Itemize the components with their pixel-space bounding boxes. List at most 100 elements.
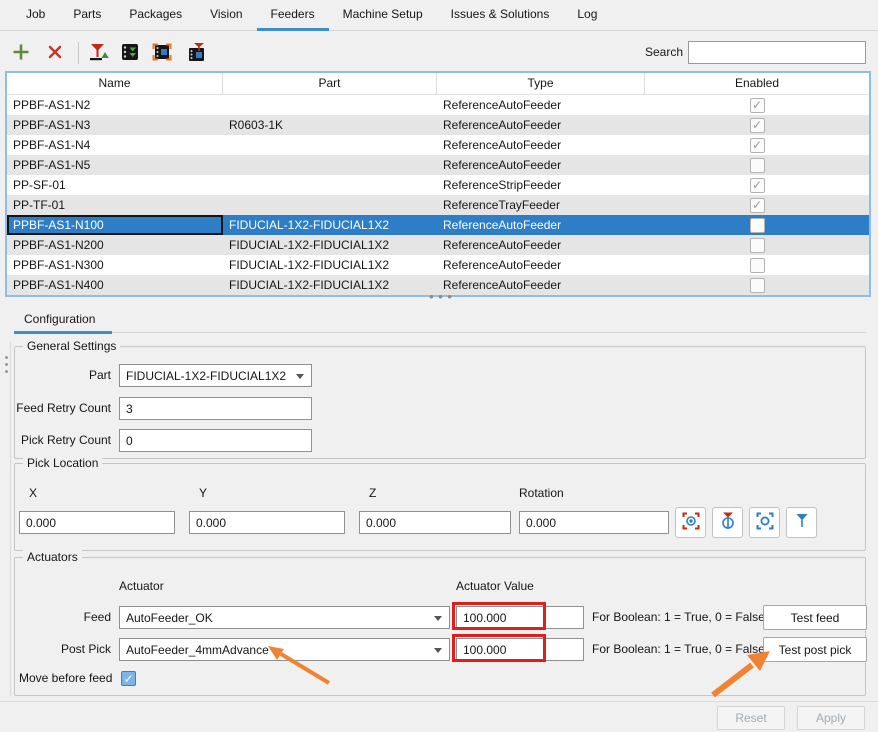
toolbar-separator [78,42,79,64]
tab-issues-solutions[interactable]: Issues & Solutions [437,0,564,31]
reset-button[interactable]: Reset [717,706,785,730]
feeder-nozzle-icon [186,42,206,65]
rotation-input[interactable] [519,511,669,534]
pick-location-legend: Pick Location [23,456,102,470]
chevron-down-icon [296,374,304,379]
cell-name: PPBF-AS1-N200 [7,235,223,255]
enabled-checkbox[interactable] [750,198,765,213]
part-dropdown[interactable]: FIDUCIAL-1X2-FIDUCIAL1X2 [119,364,312,387]
cell-enabled [645,135,869,155]
column-header-part[interactable]: Part [223,73,437,94]
column-header-enabled[interactable]: Enabled [645,73,869,94]
cell-part: FIDUCIAL-1X2-FIDUCIAL1X2 [223,275,437,295]
table-row[interactable]: PPBF-AS1-N5ReferenceAutoFeeder [7,155,869,175]
enabled-checkbox[interactable] [750,158,765,173]
general-settings-group: General Settings Part FIDUCIAL-1X2-FIDUC… [14,346,866,459]
column-header-type[interactable]: Type [437,73,645,94]
pick-retry-count-label: Pick Retry Count [15,429,111,452]
tab-vision[interactable]: Vision [196,0,256,31]
table-row[interactable]: PPBF-AS1-N200FIDUCIAL-1X2-FIDUCIAL1X2Ref… [7,235,869,255]
boolean-hint-post-pick: For Boolean: 1 = True, 0 = False [592,638,765,661]
feed-button[interactable] [85,40,111,66]
search-input[interactable] [688,41,866,64]
tab-job[interactable]: Job [12,0,59,31]
move-tool-to-pick-location-button[interactable] [183,40,209,66]
table-row[interactable]: PPBF-AS1-N300FIDUCIAL-1X2-FIDUCIAL1X2Ref… [7,255,869,275]
tab-parts[interactable]: Parts [59,0,115,31]
cell-part [223,95,437,115]
post-pick-actuator-dropdown[interactable]: AutoFeeder_4mmAdvance [119,638,450,661]
delete-x-icon [46,43,64,64]
cell-name: PPBF-AS1-N100 [7,215,223,235]
apply-button[interactable]: Apply [797,706,865,730]
pick-button[interactable] [117,40,143,66]
cell-part: R0603-1K [223,115,437,135]
actuator-value-column-label: Actuator Value [456,575,534,598]
post-pick-actuator-value-input[interactable] [456,638,584,661]
cell-type: ReferenceAutoFeeder [437,255,645,275]
tab-log[interactable]: Log [563,0,611,31]
feed-row-label: Feed [15,606,111,629]
feeders-toolbar: Search [0,31,878,71]
add-feeder-button[interactable] [8,40,34,66]
capture-nozzle-coordinates-button[interactable] [712,507,743,538]
enabled-checkbox[interactable] [750,178,765,193]
z-input[interactable] [359,511,511,534]
table-row[interactable]: PPBF-AS1-N4ReferenceAutoFeeder [7,135,869,155]
cell-type: ReferenceAutoFeeder [437,215,645,235]
enabled-checkbox[interactable] [750,238,765,253]
enabled-checkbox[interactable] [750,258,765,273]
cell-name: PPBF-AS1-N400 [7,275,223,295]
table-row[interactable]: PPBF-AS1-N100FIDUCIAL-1X2-FIDUCIAL1X2Ref… [7,215,869,235]
position-nozzle-icon [792,511,812,534]
position-camera-icon-button[interactable] [749,507,780,538]
test-feed-button[interactable]: Test feed [763,605,867,630]
capture-camera-coordinates-button[interactable] [675,507,706,538]
enabled-checkbox[interactable] [750,118,765,133]
tab-feeders[interactable]: Feeders [257,0,329,31]
table-row[interactable]: PP-SF-01ReferenceStripFeeder [7,175,869,195]
enabled-checkbox[interactable] [750,98,765,113]
post-pick-row-label: Post Pick [15,638,111,661]
cell-type: ReferenceAutoFeeder [437,115,645,135]
feeders-window: Job Parts Packages Vision Feeders Machin… [0,0,878,732]
cell-part [223,155,437,175]
feed-retry-count-input[interactable] [119,397,312,420]
move-camera-to-pick-location-button[interactable] [149,40,175,66]
y-input[interactable] [189,511,345,534]
feed-actuator-dropdown[interactable]: AutoFeeder_OK [119,606,450,629]
cell-name: PPBF-AS1-N5 [7,155,223,175]
column-header-name[interactable]: Name [7,73,223,94]
position-nozzle-icon-button[interactable] [786,507,817,538]
pick-retry-count-input[interactable] [119,429,312,452]
enabled-checkbox[interactable] [750,218,765,233]
general-settings-legend: General Settings [23,339,120,353]
cell-part: FIDUCIAL-1X2-FIDUCIAL1X2 [223,235,437,255]
feed-actuator-value-input[interactable] [456,606,584,629]
enabled-checkbox[interactable] [750,278,765,293]
cell-type: ReferenceTrayFeeder [437,195,645,215]
cell-enabled [645,215,869,235]
left-divider-grip[interactable] [2,356,10,373]
x-input[interactable] [19,511,175,534]
tab-machine-setup[interactable]: Machine Setup [329,0,437,31]
move-before-feed-checkbox[interactable] [121,671,136,686]
pick-location-group: Pick Location X Y Z Rotation [14,463,866,551]
table-row[interactable]: PPBF-AS1-N2ReferenceAutoFeeder [7,95,869,115]
feed-actuator-value: AutoFeeder_OK [126,611,213,625]
cell-name: PP-SF-01 [7,175,223,195]
actuators-group: Actuators Actuator Actuator Value Feed A… [14,557,866,696]
splitter-handle[interactable]: • • • [428,292,454,302]
y-label: Y [199,482,207,505]
delete-feeder-button[interactable] [42,40,68,66]
tab-configuration[interactable]: Configuration [14,308,105,333]
tab-packages[interactable]: Packages [115,0,196,31]
test-post-pick-button[interactable]: Test post pick [763,637,867,662]
z-label: Z [369,482,376,505]
enabled-checkbox[interactable] [750,138,765,153]
position-camera-icon [755,511,775,534]
actuator-column-label: Actuator [119,575,164,598]
table-row[interactable]: PPBF-AS1-N3R0603-1KReferenceAutoFeeder [7,115,869,135]
table-row[interactable]: PP-TF-01ReferenceTrayFeeder [7,195,869,215]
part-dropdown-value: FIDUCIAL-1X2-FIDUCIAL1X2 [126,369,286,383]
